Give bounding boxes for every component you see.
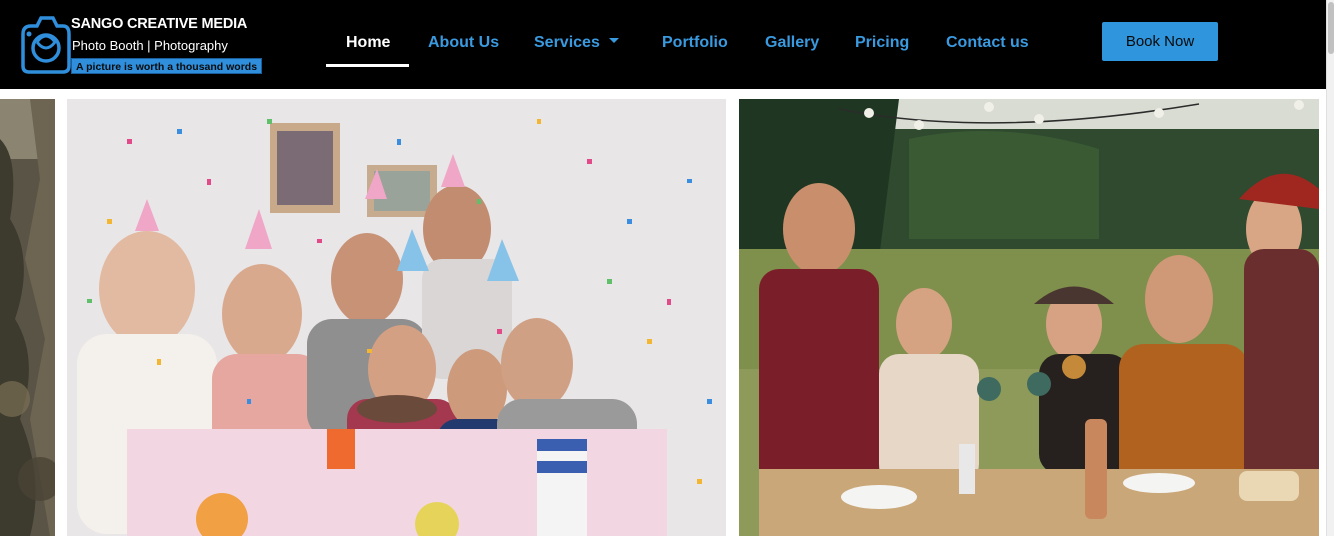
birthday-party-photo[interactable] [67,99,726,536]
forest-photo[interactable] [0,99,55,536]
outdoor-dinner-photo[interactable] [739,99,1319,536]
page-scrollbar[interactable] [1326,0,1334,536]
chevron-down-icon [608,38,619,44]
brand-title: SANGO CREATIVE MEDIA [71,16,248,32]
camera-logo-icon [21,16,71,74]
site-header: SANGO CREATIVE MEDIA Photo Booth | Photo… [0,0,1326,89]
nav-item-pricing[interactable]: Pricing [855,34,909,56]
brand-logo[interactable]: SANGO CREATIVE MEDIA Photo Booth | Photo… [17,8,263,78]
nav-item-about-us[interactable]: About Us [428,34,499,56]
nav-item-services-label: Services [534,34,600,51]
nav-item-services[interactable]: Services [534,34,619,56]
nav-active-indicator [326,64,409,67]
nav-item-home[interactable]: Home [346,34,390,56]
brand-subtitle: Photo Booth | Photography [72,38,228,53]
book-now-button[interactable]: Book Now [1102,22,1218,61]
nav-item-gallery[interactable]: Gallery [765,34,819,56]
nav-item-contact-us[interactable]: Contact us [946,34,1029,56]
nav-item-portfolio[interactable]: Portfolio [662,34,728,56]
brand-tagline: A picture is worth a thousand words [71,58,263,74]
scrollbar-thumb[interactable] [1328,2,1334,54]
